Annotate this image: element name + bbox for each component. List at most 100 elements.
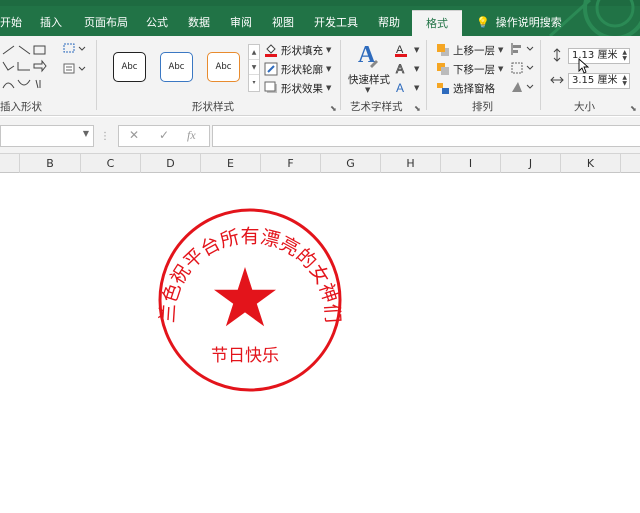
seal-star-icon (214, 267, 276, 327)
chevron-down-icon[interactable]: ▼ (83, 129, 89, 138)
tab-view[interactable]: 视图 (272, 12, 294, 36)
column-header[interactable]: E (201, 154, 261, 173)
group-separator (340, 40, 341, 110)
wordart-a-icon[interactable]: A (356, 40, 380, 68)
tab-page-layout[interactable]: 页面布局 (84, 12, 128, 36)
dialog-launcher-icon[interactable]: ⬊ (630, 104, 637, 113)
shape-outline-button[interactable]: 形状轮廓 ▼ (264, 61, 331, 77)
chevron-down-icon: ▼ (326, 46, 332, 54)
dialog-launcher-icon[interactable]: ⬊ (330, 104, 337, 113)
align-icon[interactable] (510, 42, 534, 56)
formula-bar: ▼ ⋮ ✕ ✓ fx (0, 117, 640, 153)
tell-me-search[interactable]: 💡 操作说明搜索 (476, 12, 562, 36)
svg-text:A: A (396, 81, 404, 95)
red-seal-stamp[interactable]: 兰色祝平台所有漂亮的女神们 节日快乐 (150, 200, 350, 400)
text-outline-button[interactable]: A ▼ (394, 61, 420, 77)
insert-function-icon[interactable]: fx (187, 128, 196, 143)
name-box[interactable]: ▼ (0, 125, 94, 147)
scroll-up-icon[interactable]: ▲ (249, 45, 259, 60)
shapes-gallery-icon[interactable] (2, 44, 47, 96)
tab-review[interactable]: 审阅 (230, 12, 252, 36)
dialog-launcher-icon[interactable]: ⬊ (414, 104, 421, 113)
column-header[interactable]: I (441, 154, 501, 173)
text-effects-icon: A (396, 81, 404, 95)
group-label-shape-styles: 形状样式 (192, 101, 234, 113)
paint-bucket-icon (265, 44, 277, 57)
chevron-down-icon: ▼ (365, 86, 371, 94)
column-header[interactable]: D (141, 154, 201, 173)
enter-icon[interactable]: ✓ (159, 128, 169, 142)
chevron-down-icon: ▼ (498, 65, 504, 73)
chevron-down-icon: ▼ (326, 84, 332, 92)
bring-forward-button[interactable]: 上移一层 ▼ (436, 42, 503, 58)
svg-text:A: A (396, 62, 404, 76)
shape-style-black[interactable]: Abc (113, 52, 146, 82)
chevron-down-icon: ▼ (414, 65, 420, 73)
group-separator (96, 40, 97, 110)
bring-forward-label: 上移一层 (453, 44, 495, 57)
group-separator (540, 40, 541, 110)
group-label-size: 大小 (574, 101, 595, 113)
selection-pane-button[interactable]: 选择窗格 (436, 80, 495, 96)
bring-forward-icon (437, 44, 449, 56)
shape-outline-label: 形状轮廓 (281, 63, 323, 76)
formula-input[interactable] (212, 125, 640, 147)
group-label-insert-shapes: 插入形状 (0, 101, 42, 113)
edit-shape-icon[interactable] (62, 42, 86, 56)
tab-home[interactable]: 开始 (0, 12, 22, 36)
shape-style-blue[interactable]: Abc (160, 52, 193, 82)
column-headers: B C D E F G H I J K (0, 153, 640, 173)
quick-styles-button[interactable]: 快速样式 (348, 71, 390, 87)
shape-style-orange[interactable]: Abc (207, 52, 240, 82)
column-header-l-partial[interactable] (621, 154, 640, 173)
tab-help[interactable]: 帮助 (378, 12, 400, 36)
column-header-a-partial[interactable] (0, 154, 20, 173)
shape-effects-button[interactable]: 形状效果 ▼ (264, 80, 331, 96)
column-header[interactable]: J (501, 154, 561, 173)
scroll-down-icon[interactable]: ▼ (249, 60, 259, 75)
pencil-icon (264, 62, 278, 76)
chevron-down-icon: ▼ (326, 65, 332, 73)
text-fill-icon: A (395, 44, 407, 57)
tab-format[interactable]: 格式 (412, 10, 462, 36)
column-header[interactable]: H (381, 154, 441, 173)
ribbon-tab-bar: 开始 插入 页面布局 公式 数据 审阅 视图 开发工具 帮助 格式 💡 操作说明搜… (0, 0, 640, 36)
text-fill-button[interactable]: A ▼ (394, 42, 419, 58)
shape-fill-label: 形状填充 (281, 44, 323, 57)
shape-effects-label: 形状效果 (281, 82, 323, 95)
send-backward-label: 下移一层 (453, 63, 495, 76)
ribbon-format: 插入形状 Abc Abc Abc ▲ ▼ ▾ 形状填充 ▼ 形状轮廓 ▼ 形状效果 ▼… (0, 36, 640, 116)
tab-data[interactable]: 数据 (188, 12, 210, 36)
tab-developer[interactable]: 开发工具 (314, 12, 358, 36)
column-header[interactable]: G (321, 154, 381, 173)
tell-me-label: 操作说明搜索 (495, 16, 562, 29)
shape-width-input[interactable]: 3.15 厘米 ▲ ▼ (568, 73, 630, 89)
shape-fill-button[interactable]: 形状填充 ▼ (264, 42, 331, 58)
column-header[interactable]: B (20, 154, 81, 173)
shape-height-icon (553, 48, 561, 62)
group-label-arrange: 排列 (472, 101, 493, 113)
gallery-more-icon[interactable]: ▾ (249, 75, 259, 90)
column-header[interactable]: C (81, 154, 141, 173)
splitter-dots-icon[interactable]: ⋮ (100, 131, 110, 142)
spin-arrows-icon[interactable]: ▲ ▼ (622, 50, 627, 62)
text-effects-button[interactable]: A ▼ (394, 80, 419, 96)
chevron-down-icon: ▼ (414, 84, 420, 92)
tab-formulas[interactable]: 公式 (146, 12, 168, 36)
send-backward-button[interactable]: 下移一层 ▼ (436, 61, 503, 77)
send-backward-icon (437, 63, 449, 75)
tab-insert[interactable]: 插入 (40, 12, 62, 36)
style-gallery-scroll[interactable]: ▲ ▼ ▾ (248, 44, 260, 92)
rotate-icon[interactable] (510, 80, 534, 94)
shape-effects-icon (264, 81, 277, 93)
text-box-icon[interactable] (62, 62, 86, 76)
shape-width-icon (550, 76, 564, 84)
column-header[interactable]: F (261, 154, 321, 173)
shape-width-value: 3.15 厘米 (572, 75, 618, 86)
group-objects-icon[interactable] (510, 61, 534, 75)
selection-pane-label: 选择窗格 (453, 82, 495, 95)
cancel-icon[interactable]: ✕ (129, 128, 139, 142)
column-header[interactable]: K (561, 154, 621, 173)
mouse-cursor-icon (578, 58, 590, 74)
spin-arrows-icon[interactable]: ▲ ▼ (622, 75, 627, 87)
